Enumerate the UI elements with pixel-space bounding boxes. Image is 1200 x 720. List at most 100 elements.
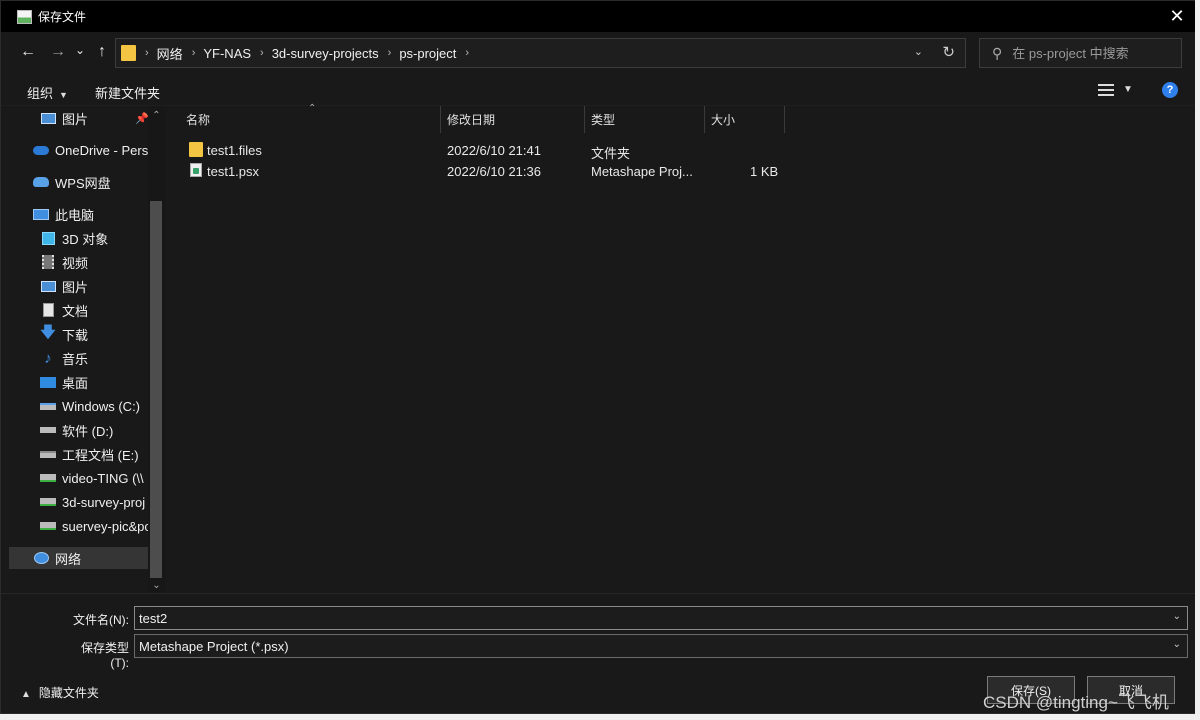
chevron-down-icon[interactable]: ⌄ — [1173, 611, 1181, 622]
chevron-right-icon[interactable]: › — [260, 47, 264, 59]
column-header-type[interactable]: 类型 — [585, 106, 705, 133]
sidebar-item-label: 工程文档 (E:) — [62, 447, 139, 463]
file-size: 1 KB — [750, 164, 779, 179]
filename-field[interactable]: test2 ⌄ — [134, 606, 1188, 630]
chevron-down-icon[interactable]: ⌄ — [914, 45, 923, 58]
sidebar-item-suervey-pic[interactable]: suervey-pic&pc — [9, 515, 148, 537]
recent-locations-chevron-icon[interactable]: ⌄ — [71, 39, 89, 61]
sidebar-item-video-ting[interactable]: video-TING (\\ — [9, 467, 148, 489]
breadcrumb-ps-project[interactable]: ps-project — [399, 46, 456, 61]
drive-icon — [40, 423, 56, 437]
network-drive-icon — [40, 471, 56, 485]
search-box[interactable]: ⚲ — [979, 38, 1182, 68]
file-row[interactable]: test1.psx 2022/6/10 21:36 Metashape Proj… — [185, 161, 795, 182]
picture-icon — [40, 279, 56, 293]
sidebar-scrollbar[interactable]: ⌃ ⌄ — [148, 106, 165, 593]
psx-file-icon — [190, 163, 202, 177]
sidebar-item-label: 图片 — [62, 111, 89, 127]
sidebar-item-drive-c[interactable]: Windows (C:) — [9, 395, 148, 417]
breadcrumb-network[interactable]: 网络 — [157, 44, 183, 63]
breadcrumb-yf-nas[interactable]: YF-NAS — [203, 46, 251, 61]
sidebar-item-onedrive[interactable]: OneDrive - Perso — [9, 139, 148, 161]
sidebar-item-label: suervey-pic&pc — [62, 518, 148, 534]
background-strip-bottom — [0, 714, 1200, 720]
filetype-select[interactable]: Metashape Project (*.psx) ⌄ — [134, 634, 1188, 658]
sidebar-item-label: 此电脑 — [55, 207, 95, 223]
background-strip-right — [1195, 0, 1200, 720]
file-list: ⌃ 名称 修改日期 类型 大小 test1.files 2022/6/10 21… — [171, 103, 1199, 593]
scroll-up-icon[interactable]: ⌃ — [148, 110, 165, 121]
network-drive-icon — [40, 519, 56, 533]
filename-label: 文件名(N): — [73, 613, 129, 627]
organize-menu[interactable]: 组织 ▼ — [27, 83, 68, 102]
chevron-right-icon[interactable]: › — [465, 47, 469, 59]
column-header-date[interactable]: 修改日期 — [441, 106, 585, 133]
computer-icon — [33, 207, 49, 221]
sidebar-item-label: 文档 — [62, 303, 89, 319]
sidebar-item-label: 网络 — [55, 551, 82, 567]
sidebar-item-pictures[interactable]: 图片 — [9, 275, 148, 297]
sidebar-item-drive-d[interactable]: 软件 (D:) — [9, 419, 148, 441]
folder-icon — [121, 45, 136, 61]
title-bar: 保存文件 ✕ — [1, 1, 1199, 32]
sidebar-item-3d-survey-proj[interactable]: 3d-survey-proj — [9, 491, 148, 513]
sidebar-item-drive-e[interactable]: 工程文档 (E:) — [9, 443, 148, 465]
video-icon — [40, 255, 56, 269]
caret-down-icon: ▼ — [59, 90, 68, 100]
caret-up-icon: ▲ — [21, 689, 31, 700]
save-file-dialog: 保存文件 ✕ ← → ⌄ ↑ › 网络 › YF-NAS › 3d-survey… — [0, 0, 1200, 714]
scroll-thumb[interactable] — [150, 201, 162, 578]
sidebar-item-label: 图片 — [62, 279, 89, 295]
window-title: 保存文件 — [38, 10, 87, 24]
file-date: 2022/6/10 21:36 — [447, 164, 541, 179]
sidebar-item-network[interactable]: 网络 — [9, 547, 148, 569]
chevron-right-icon[interactable]: › — [192, 47, 196, 59]
pin-icon[interactable]: 📌 — [135, 112, 149, 125]
document-icon — [40, 303, 56, 317]
sidebar-item-3d-objects[interactable]: 3D 对象 — [9, 227, 148, 249]
hide-folders-toggle[interactable]: ▲ 隐藏文件夹 — [21, 684, 99, 701]
command-toolbar: 组织 ▼ 新建文件夹 ▼ ? — [1, 74, 1199, 106]
caret-down-icon[interactable]: ▼ — [1123, 84, 1133, 95]
column-header-size[interactable]: 大小 — [705, 106, 785, 133]
wps-cloud-icon — [33, 175, 49, 189]
breadcrumb-3d-survey-projects[interactable]: 3d-survey-projects — [272, 46, 379, 61]
chevron-down-icon[interactable]: ⌄ — [1173, 639, 1181, 650]
sidebar-item-wps-cloud[interactable]: WPS网盘 — [9, 171, 148, 193]
sidebar-item-label: 3d-survey-proj — [62, 494, 146, 510]
sidebar-item-label: OneDrive - Perso — [55, 142, 148, 158]
view-options-icon[interactable] — [1098, 84, 1114, 96]
sidebar-item-videos[interactable]: 视频 — [9, 251, 148, 273]
sidebar-item-desktop[interactable]: 桌面 — [9, 371, 148, 393]
sidebar-item-documents[interactable]: 文档 — [9, 299, 148, 321]
sidebar-item-music[interactable]: ♪ 音乐 — [9, 347, 148, 369]
sidebar-item-downloads[interactable]: 🡇 下载 — [9, 323, 148, 345]
sidebar-item-label: 桌面 — [62, 375, 89, 391]
sidebar-item-label: 软件 (D:) — [62, 423, 114, 439]
address-bar[interactable]: › 网络 › YF-NAS › 3d-survey-projects › ps-… — [115, 38, 966, 68]
file-date: 2022/6/10 21:41 — [447, 143, 541, 158]
help-icon[interactable]: ? — [1162, 82, 1178, 98]
file-name: test1.psx — [207, 164, 260, 179]
refresh-icon[interactable]: ↻ — [942, 43, 955, 61]
search-input[interactable] — [1012, 45, 1173, 61]
chevron-right-icon[interactable]: › — [145, 47, 149, 59]
chevron-right-icon[interactable]: › — [388, 47, 392, 59]
sidebar-item-this-pc[interactable]: 此电脑 — [9, 203, 148, 225]
file-row[interactable]: test1.files 2022/6/10 21:41 文件夹 — [185, 140, 795, 161]
sidebar-item-pictures-quick[interactable]: 图片 — [9, 107, 148, 129]
sidebar-item-label: 视频 — [62, 255, 89, 271]
network-icon — [33, 551, 49, 565]
search-icon: ⚲ — [992, 44, 1003, 61]
back-arrow-icon[interactable]: ← — [17, 41, 39, 63]
forward-arrow-icon[interactable]: → — [47, 41, 69, 63]
close-button[interactable]: ✕ — [1155, 1, 1199, 32]
up-arrow-icon[interactable]: ↑ — [91, 41, 113, 63]
navigation-pane: 图片 📌 OneDrive - Perso WPS网盘 此电脑 3D 对象 视频… — [9, 106, 166, 593]
onedrive-icon — [33, 143, 49, 157]
filetype-value: Metashape Project (*.psx) — [139, 638, 289, 654]
column-header-name[interactable]: 名称 — [180, 106, 441, 133]
new-folder-button[interactable]: 新建文件夹 — [95, 83, 160, 102]
scroll-down-icon[interactable]: ⌄ — [148, 580, 165, 591]
download-icon: 🡇 — [40, 323, 56, 341]
